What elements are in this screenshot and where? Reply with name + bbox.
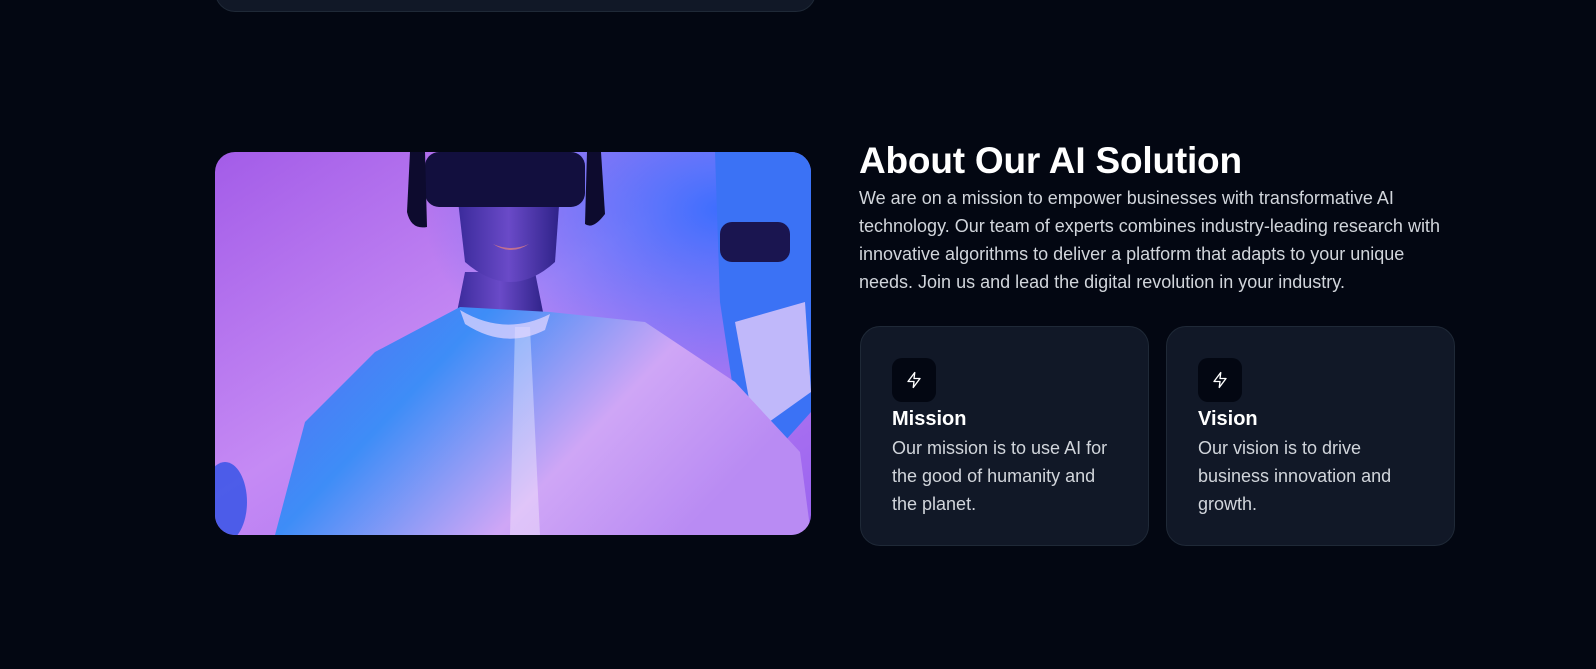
section-title: About Our AI Solution: [859, 140, 1242, 181]
card-text: Our vision is to drive business innovati…: [1198, 438, 1392, 514]
about-text-block: About Our AI Solution We are on a missio…: [859, 138, 1459, 296]
lightning-icon: [1198, 358, 1242, 402]
about-image: [215, 152, 811, 535]
card-title: Vision: [1198, 408, 1258, 430]
previous-section-card: [215, 0, 816, 12]
card-title: Mission: [892, 408, 967, 430]
mission-card: Mission Our mission is to use AI for the…: [860, 326, 1149, 546]
section-description: We are on a mission to empower businesse…: [859, 188, 1440, 292]
lightning-icon: [892, 358, 936, 402]
vision-card: Vision Our vision is to drive business i…: [1166, 326, 1455, 546]
feature-cards: Mission Our mission is to use AI for the…: [860, 326, 1455, 546]
card-text: Our mission is to use AI for the good of…: [892, 438, 1108, 514]
